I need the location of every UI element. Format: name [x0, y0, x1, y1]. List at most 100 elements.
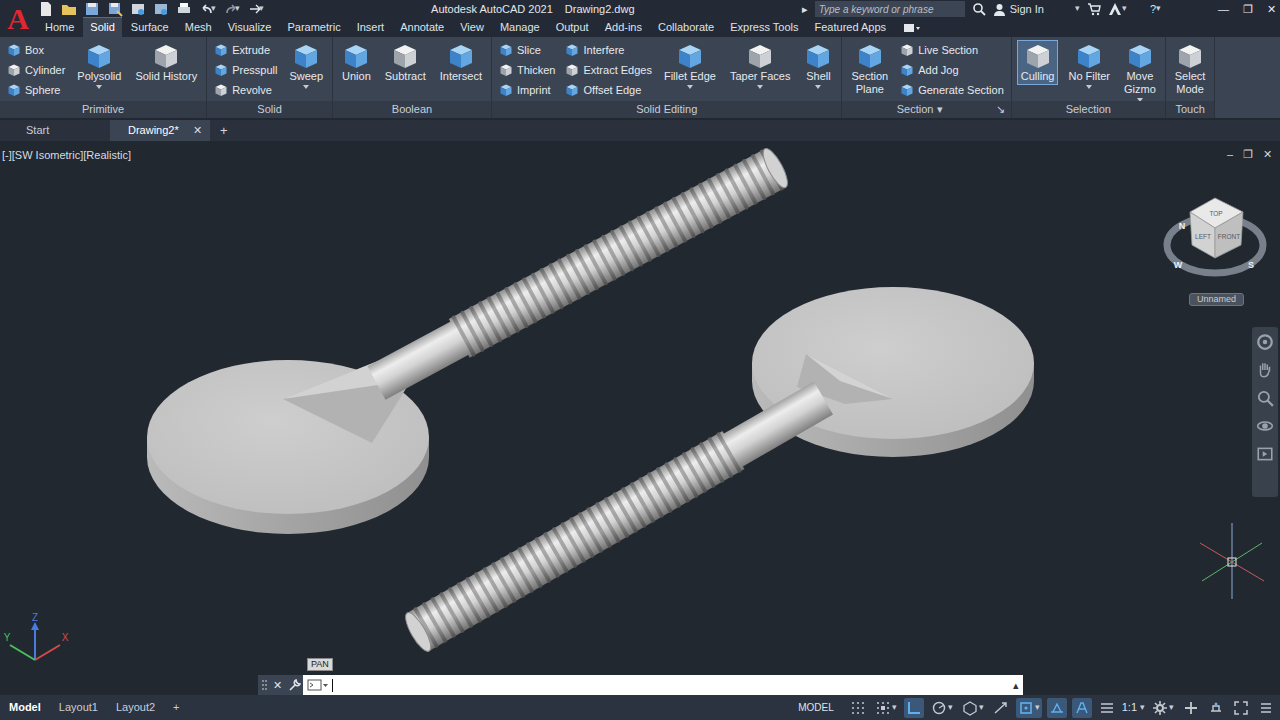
slice-button[interactable]: Slice: [497, 40, 558, 60]
layout-tab[interactable]: Layout1: [50, 699, 107, 716]
subtract-button[interactable]: Subtract: [381, 40, 430, 85]
save-as-button[interactable]: [107, 1, 123, 17]
interfere-button[interactable]: Interfere: [563, 40, 653, 60]
ribbon-tab[interactable]: Insert: [350, 18, 392, 37]
ribbon-tab[interactable]: Manage: [493, 18, 547, 37]
viewport-close-button[interactable]: ✕: [1263, 146, 1272, 163]
dropdown-caret[interactable]: [687, 85, 693, 89]
add-jog-button[interactable]: Add Jog: [898, 60, 1006, 80]
sign-in-button[interactable]: Sign In: [993, 1, 1044, 18]
workspace-toggle[interactable]: [1097, 698, 1117, 718]
ortho-toggle[interactable]: [904, 698, 924, 718]
featured-apps-menu[interactable]: [903, 23, 921, 37]
annotation-toggle[interactable]: [1072, 698, 1092, 718]
undo-button[interactable]: ▾: [199, 1, 216, 17]
compass-letter[interactable]: S: [1248, 260, 1254, 270]
ribbon-tab[interactable]: Visualize: [221, 18, 279, 37]
grid-toggle[interactable]: [848, 698, 868, 718]
box-button[interactable]: Box: [5, 40, 67, 60]
dropdown-caret[interactable]: [815, 85, 821, 89]
customize-button[interactable]: [288, 679, 301, 692]
share-button[interactable]: ▾: [247, 1, 264, 17]
showmotion-button[interactable]: [1256, 445, 1274, 463]
object-snap-toggle[interactable]: ▾: [1016, 698, 1042, 718]
presspull-button[interactable]: Presspull: [212, 60, 279, 80]
app-logo[interactable]: A: [0, 0, 36, 37]
ribbon-tab[interactable]: Collaborate: [651, 18, 721, 37]
snap-toggle[interactable]: ▾: [873, 698, 899, 718]
annotation-monitor-button[interactable]: [1181, 698, 1201, 718]
named-view-button[interactable]: Unnamed: [1189, 293, 1244, 306]
lineweight-toggle[interactable]: [1047, 698, 1067, 718]
model-space-button[interactable]: MODEL: [795, 699, 837, 716]
ribbon-tab[interactable]: Output: [549, 18, 596, 37]
extract-edges-button[interactable]: Extract Edges: [563, 60, 653, 80]
minimize-button[interactable]: —: [1218, 1, 1229, 18]
viewcube[interactable]: [1167, 198, 1263, 273]
new-tab-button[interactable]: +: [212, 121, 236, 141]
open-web-button[interactable]: [130, 1, 146, 17]
clean-screen-button[interactable]: [1231, 698, 1251, 718]
fillet-edge-button[interactable]: Fillet Edge: [660, 40, 720, 91]
layout-tab[interactable]: Layout2: [107, 699, 164, 716]
sign-in-menu[interactable]: ▾: [1075, 2, 1080, 16]
bolt-right[interactable]: [401, 287, 1034, 655]
ribbon-tab[interactable]: Express Tools: [723, 18, 805, 37]
sweep-button[interactable]: Sweep: [285, 40, 327, 91]
dropdown-caret[interactable]: [757, 85, 763, 89]
document-tab[interactable]: Drawing2*✕: [110, 120, 210, 141]
revolve-button[interactable]: Revolve: [212, 80, 279, 100]
polar-toggle[interactable]: ▾: [929, 698, 955, 718]
isodraft-toggle[interactable]: ▾: [960, 698, 986, 718]
new-button[interactable]: [38, 1, 54, 17]
no-filter-button[interactable]: No Filter: [1064, 40, 1114, 91]
imprint-button[interactable]: Imprint: [497, 80, 558, 100]
viewport-controls-label[interactable]: [-][SW Isometric][Realistic]: [2, 147, 131, 164]
compass-letter[interactable]: W: [1174, 260, 1183, 270]
document-tab[interactable]: Start: [8, 120, 108, 141]
dialog-launcher[interactable]: ↘: [996, 101, 1005, 118]
ribbon-tab[interactable]: Solid: [83, 17, 121, 37]
viewport-restore-button[interactable]: ❐: [1243, 146, 1253, 163]
generate-section-button[interactable]: Generate Section: [898, 80, 1006, 100]
model-space[interactable]: TOPLEFTFRONTNWSXYZ: [0, 141, 1280, 695]
layout-tab[interactable]: Model: [0, 699, 50, 716]
drawing-viewport[interactable]: TOPLEFTFRONTNWSXYZ[-][SW Isometric][Real…: [0, 141, 1280, 695]
close-button[interactable]: ✕: [1267, 1, 1276, 18]
ribbon-tab[interactable]: Parametric: [280, 18, 347, 37]
dropdown-caret[interactable]: [303, 85, 309, 89]
open-button[interactable]: [61, 1, 77, 17]
add-layout-button[interactable]: +: [164, 699, 188, 716]
shell-button[interactable]: Shell: [800, 40, 836, 91]
save-button[interactable]: [84, 1, 100, 17]
command-line-close-button[interactable]: ✕: [273, 677, 282, 694]
taper-faces-button[interactable]: Taper Faces: [726, 40, 795, 91]
annotation-scale-button[interactable]: 1:1▾: [1122, 699, 1145, 716]
cylinder-button[interactable]: Cylinder: [5, 60, 67, 80]
redo-button[interactable]: ▾: [223, 1, 240, 17]
zoom-button[interactable]: [1256, 389, 1274, 407]
extrude-button[interactable]: Extrude: [212, 40, 279, 60]
toggle-menu[interactable]: ▾: [948, 701, 953, 715]
a360-button[interactable]: ▾: [1108, 2, 1127, 16]
ribbon-tab[interactable]: Featured Apps: [808, 18, 894, 37]
help-button[interactable]: ?▾: [1150, 1, 1161, 18]
tracking-toggle[interactable]: [991, 698, 1011, 718]
restore-button[interactable]: ❐: [1243, 1, 1253, 18]
solid-history-button[interactable]: Solid History: [131, 40, 201, 85]
section-plane-button[interactable]: SectionPlane: [847, 40, 892, 98]
ribbon-tab[interactable]: View: [453, 18, 491, 37]
isolate-objects-button[interactable]: [1206, 698, 1226, 718]
offset-edge-button[interactable]: Offset Edge: [563, 80, 653, 100]
pan-hand-button[interactable]: [1256, 361, 1274, 379]
polysolid-button[interactable]: Polysolid: [73, 40, 125, 91]
move-gizmo-button[interactable]: MoveGizmo: [1120, 40, 1160, 104]
ribbon-tab[interactable]: Surface: [124, 18, 176, 37]
ribbon-tab[interactable]: Mesh: [178, 18, 219, 37]
culling-button[interactable]: Culling: [1017, 40, 1059, 85]
orbit-button[interactable]: [1256, 417, 1274, 435]
dropdown-caret[interactable]: [96, 85, 102, 89]
customization-button[interactable]: [1256, 698, 1276, 718]
dropdown-caret[interactable]: [1086, 85, 1092, 89]
ribbon-tab[interactable]: Add-ins: [598, 18, 649, 37]
